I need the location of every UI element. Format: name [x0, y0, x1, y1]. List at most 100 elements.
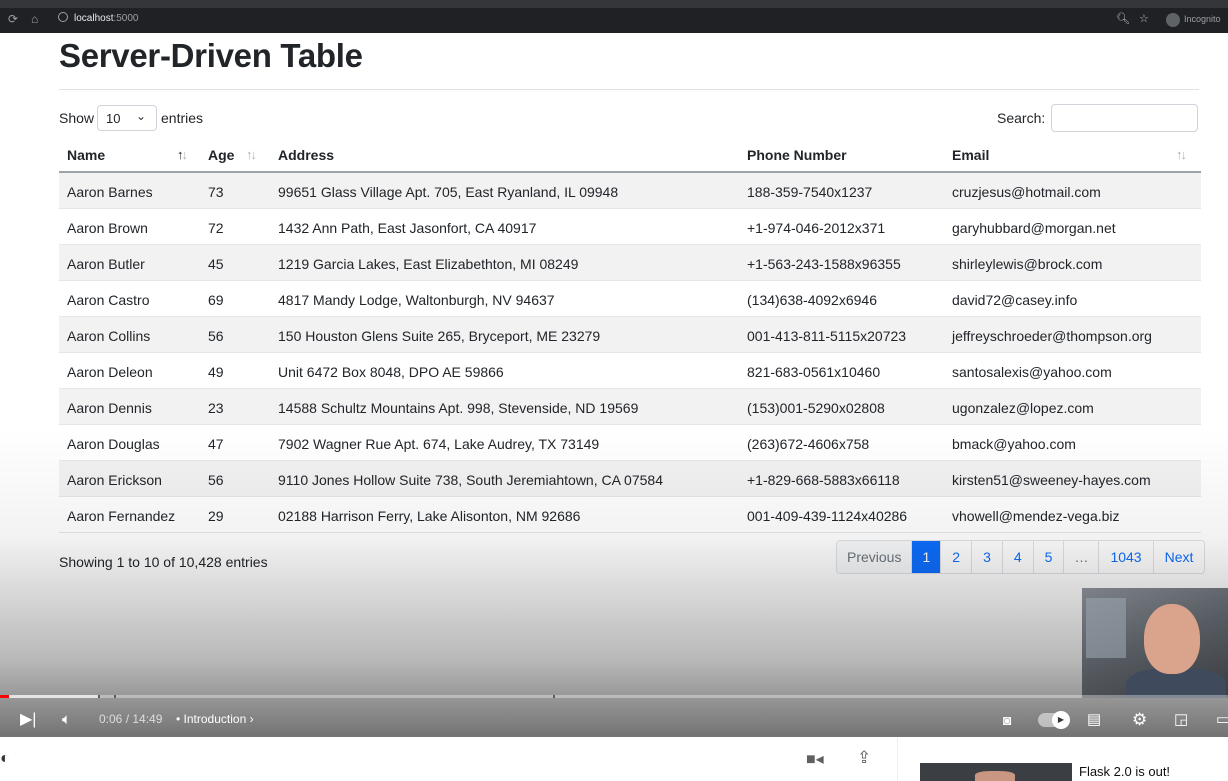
- cell-age: 69: [208, 292, 224, 308]
- tab-strip: [0, 0, 1228, 8]
- reload-icon[interactable]: ⟳: [8, 12, 18, 26]
- autoplay-toggle[interactable]: ▶: [1038, 711, 1070, 729]
- next-video-icon[interactable]: ▶|: [20, 702, 36, 738]
- cell-address: 150 Houston Glens Suite 265, Bryceport, …: [278, 328, 601, 344]
- column-header-email[interactable]: Email: [952, 147, 989, 163]
- cell-email: santosalexis@yahoo.com: [952, 364, 1112, 380]
- cell-age: 47: [208, 436, 224, 452]
- cell-name: Aaron Butler: [67, 256, 145, 272]
- page-button-3[interactable]: 3: [971, 541, 1002, 573]
- column-header-name[interactable]: Name: [67, 147, 105, 163]
- column-header-age[interactable]: Age: [208, 147, 234, 163]
- cell-phone: 001-413-811-5115x20723: [747, 328, 907, 344]
- table-row: Aaron Castro 69 4817 Mandy Lodge, Waltonbu…: [59, 281, 1201, 317]
- cell-age: 73: [208, 184, 224, 200]
- cell-name: Aaron Erickson: [67, 472, 162, 488]
- cell-name: Aaron Castro: [67, 292, 150, 308]
- cell-email: bmack@yahoo.com: [952, 436, 1076, 452]
- url-host: localhost: [74, 13, 114, 24]
- next-button[interactable]: Next: [1152, 541, 1205, 573]
- table-row: Aaron Douglas 47 7902 Wagner Rue Apt. 674,…: [59, 425, 1201, 461]
- cell-name: Aaron Barnes: [67, 184, 153, 200]
- page-button-1[interactable]: 1: [911, 541, 941, 573]
- theater-mode-icon[interactable]: ▭: [1216, 702, 1228, 738]
- sort-asc-icon[interactable]: ↑↓: [177, 147, 188, 162]
- chapter-marker: [98, 695, 100, 698]
- chapter-marker: [553, 695, 555, 698]
- cell-email: garyhubbard@morgan.net: [952, 220, 1116, 236]
- miniplayer-icon[interactable]: ◲: [1174, 702, 1188, 738]
- recommended-video-title[interactable]: Flask 2.0 is out!: [1079, 764, 1170, 779]
- entries-label: entries: [161, 110, 204, 126]
- cell-name: Aaron Collins: [67, 328, 151, 344]
- cell-address: Unit 6472 Box 8048, DPO AE 59866: [278, 364, 504, 380]
- share-icon[interactable]: ⇪: [857, 748, 871, 768]
- video-camera-icon[interactable]: ■◂: [806, 749, 824, 769]
- title-divider: [59, 89, 1199, 90]
- zoom-icon[interactable]: 🔍︎: [1116, 12, 1130, 26]
- cell-phone: 821-683-0561x10460: [747, 364, 881, 380]
- table-row: Aaron Barnes 73 99651 Glass Village Apt. 7…: [59, 173, 1201, 209]
- table-info: Showing 1 to 10 of 10,428 entries: [59, 554, 268, 570]
- recommended-thumbnail[interactable]: [920, 763, 1072, 781]
- cell-address: 1432 Ann Path, East Jasonfort, CA 40917: [278, 220, 537, 236]
- volume-icon[interactable]: 🔈︎: [62, 702, 71, 738]
- table-row: Aaron Deleon 49 Unit 6472 Box 8048, DPO AE…: [59, 353, 1201, 389]
- search-label: Search:: [997, 110, 1046, 126]
- cell-age: 23: [208, 400, 224, 416]
- video-progress-bar[interactable]: [0, 695, 1228, 698]
- cell-name: Aaron Fernandez: [67, 508, 176, 524]
- video-played-bar: [0, 695, 9, 698]
- cell-age: 45: [208, 256, 224, 272]
- cell-phone: +1-563-243-1588x96355: [747, 256, 901, 272]
- column-header-address: Address: [278, 147, 335, 163]
- data-table: Name ↑↓ Age ↑↓ Address Phone Number Emai…: [59, 137, 1201, 533]
- cell-phone: +1-829-668-5883x66118: [747, 472, 900, 488]
- bookmark-star-icon[interactable]: ☆: [1139, 12, 1149, 26]
- previous-button[interactable]: Previous: [837, 541, 912, 573]
- video-controls: ▶| 🔈︎ 0:06 / 14:49 • Introduction › ◙ ▶ …: [0, 702, 1228, 738]
- below-player-area: ◐ ■◂ ⇪ Flask 2.0 is out!: [0, 738, 1228, 781]
- pagination-ellipsis: …: [1063, 541, 1099, 573]
- chapter-title[interactable]: • Introduction ›: [176, 712, 254, 726]
- cell-address: 4817 Mandy Lodge, Waltonburgh, NV 94637: [278, 292, 555, 308]
- cell-address: 14588 Schultz Mountains Apt. 998, Steven…: [278, 400, 639, 416]
- cell-age: 29: [208, 508, 224, 524]
- dark-mode-icon[interactable]: ◐: [0, 750, 10, 768]
- home-icon[interactable]: ⌂: [31, 12, 38, 26]
- cell-phone: +1-974-046-2012x371: [747, 220, 886, 236]
- page-button-4[interactable]: 4: [1001, 541, 1033, 573]
- cell-phone: 188-359-7540x1237: [747, 184, 873, 200]
- cell-age: 72: [208, 220, 224, 236]
- sort-icon[interactable]: ↑↓: [1176, 147, 1187, 162]
- cell-age: 49: [208, 364, 224, 380]
- chevron-down-icon: ⌄: [135, 109, 146, 123]
- page-content: Server-Driven Table Show 10 ⌄ entries Se…: [0, 33, 1228, 737]
- cell-phone: (263)672-4606x758: [747, 436, 870, 452]
- page-button-5[interactable]: 5: [1032, 541, 1064, 573]
- cell-address: 99651 Glass Village Apt. 705, East Ryanl…: [278, 184, 619, 200]
- incognito-label: Incognito: [1184, 14, 1221, 24]
- site-info-icon[interactable]: [58, 12, 68, 22]
- cell-email: ugonzalez@lopez.com: [952, 400, 1094, 416]
- table-row: Aaron Brown 72 1432 Ann Path, East Jasonfo…: [59, 209, 1201, 245]
- browser-toolbar: ⟳ ⌂ localhost:5000 🔍︎ ☆ Incognito: [0, 0, 1228, 33]
- play-icon: ▶: [1052, 711, 1070, 729]
- page-button-2[interactable]: 2: [940, 541, 972, 573]
- subtitles-icon[interactable]: ▤: [1087, 702, 1101, 738]
- settings-gear-icon[interactable]: ⚙: [1132, 702, 1147, 738]
- address-bar[interactable]: localhost:5000: [58, 12, 139, 26]
- page-button-last[interactable]: 1043: [1098, 541, 1153, 573]
- video-buffered-bar: [0, 695, 98, 698]
- webcam-overlay: [1082, 588, 1228, 698]
- cell-age: 56: [208, 472, 224, 488]
- page-size-select[interactable]: 10 ⌄: [97, 105, 157, 131]
- cell-phone: (153)001-5290x02808: [747, 400, 885, 416]
- chapter-label: Introduction: [183, 712, 247, 726]
- search-input[interactable]: [1051, 104, 1198, 132]
- sort-icon[interactable]: ↑↓: [246, 147, 257, 162]
- incognito-indicator[interactable]: Incognito: [1166, 11, 1221, 27]
- screenshot-icon[interactable]: ◙: [1003, 702, 1011, 738]
- table-row: Aaron Erickson 56 9110 Jones Hollow Suite …: [59, 461, 1201, 497]
- cell-name: Aaron Deleon: [67, 364, 153, 380]
